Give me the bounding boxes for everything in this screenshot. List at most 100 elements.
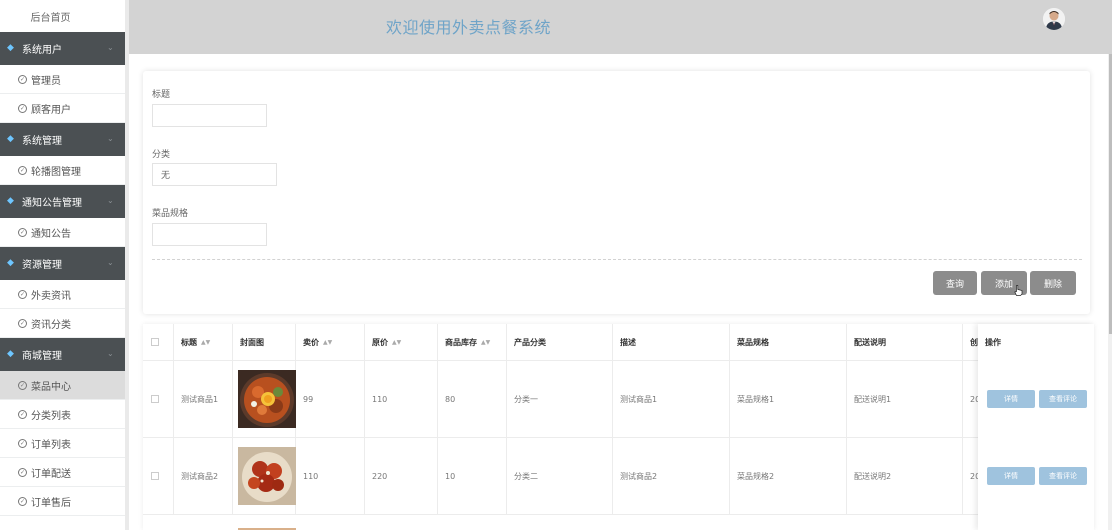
sidebar-group-label: 通知公告管理 (22, 198, 82, 209)
cell-category: 分类一 (507, 361, 613, 438)
dish-cover-image[interactable] (238, 370, 296, 428)
cell-orig-price: 220 (365, 438, 438, 515)
dish-cover-image[interactable] (238, 447, 296, 505)
cell-spec: 菜品规格1 (730, 361, 847, 438)
row-select-cell (143, 361, 174, 438)
row-checkbox[interactable] (151, 472, 159, 480)
col-header-category: 产品分类 (507, 324, 613, 360)
col-header-spec: 菜品规格 (730, 324, 847, 360)
detail-button[interactable]: 详情 (987, 467, 1035, 485)
check-circle-icon: ✓ (18, 165, 27, 175)
col-header-label: 产品分类 (514, 337, 546, 347)
col-header-label: 商品库存 (445, 337, 477, 347)
cell-stock: 80 (438, 361, 507, 438)
sidebar: 后台首页 ◆ 系统用户 ⌄ ✓ 管理员 ✓ 顾客用户 ◆ 系统管理 ⌄ ✓ 轮播图管理… (0, 0, 125, 530)
col-header-ops: 操作 (985, 337, 1001, 347)
sidebar-item-news[interactable]: ✓ 外卖资讯 (0, 280, 125, 309)
col-header-label: 创 (970, 337, 978, 347)
search-form: 标题 分类 无 菜品规格 查询 添加 删除 (143, 71, 1090, 314)
col-header-label: 配送说明 (854, 337, 886, 347)
sidebar-item-label: 管理员 (31, 75, 61, 87)
sidebar-item-order-list[interactable]: ✓ 订单列表 (0, 429, 125, 458)
cell-price: 99 (296, 361, 365, 438)
check-circle-icon: ✓ (18, 103, 27, 113)
cell-desc: 测试商品2 (613, 438, 730, 515)
col-header-label: 原价 (372, 337, 388, 347)
main-content: 标题 分类 无 菜品规格 查询 添加 删除 标题 ▲▼ 封面图 卖价 ▲▼ 原价 ▲▼… (129, 54, 1108, 530)
cell-cover (233, 361, 296, 438)
spec-input[interactable] (152, 223, 267, 246)
cell-cover (233, 438, 296, 515)
col-header-delivery: 配送说明 (847, 324, 963, 360)
sidebar-item-label: 分类列表 (31, 410, 71, 422)
operations-column: 操作 详情 查看评论 详情 查看评论 (978, 324, 1094, 530)
sidebar-item-label: 订单列表 (31, 439, 71, 451)
sidebar-group-label: 系统用户 (22, 45, 62, 56)
sidebar-group-label: 资源管理 (22, 260, 62, 271)
sidebar-group-system-users[interactable]: ◆ 系统用户 ⌄ (0, 32, 125, 65)
sidebar-item-notice[interactable]: ✓ 通知公告 (0, 218, 125, 247)
sidebar-group-system-manage[interactable]: ◆ 系统管理 ⌄ (0, 123, 125, 156)
cell-desc: 测试商品1 (613, 361, 730, 438)
category-field-label: 分类 (152, 150, 171, 160)
col-header-stock[interactable]: 商品库存 ▲▼ (438, 324, 507, 360)
view-reviews-button[interactable]: 查看评论 (1039, 390, 1087, 408)
hand-cursor-icon (1014, 285, 1023, 296)
col-header-price[interactable]: 卖价 ▲▼ (296, 324, 365, 360)
dish-cover-image[interactable] (238, 522, 296, 530)
delete-button[interactable]: 删除 (1030, 271, 1076, 295)
sidebar-item-customers[interactable]: ✓ 顾客用户 (0, 94, 125, 123)
detail-button[interactable]: 详情 (987, 390, 1035, 408)
check-circle-icon: ✓ (18, 227, 27, 237)
sidebar-item-admin[interactable]: ✓ 管理员 (0, 65, 125, 94)
sidebar-item-label: 顾客用户 (31, 104, 71, 116)
title-input[interactable] (152, 104, 267, 127)
row-select-cell (143, 438, 174, 515)
check-circle-icon: ✓ (18, 289, 27, 299)
sidebar-item-label: 通知公告 (31, 228, 71, 240)
check-circle-icon: ✓ (18, 496, 27, 506)
select-all-checkbox[interactable] (151, 338, 159, 346)
sidebar-home-link[interactable]: 后台首页 (0, 0, 125, 32)
sidebar-item-news-category[interactable]: ✓ 资讯分类 (0, 309, 125, 338)
check-circle-icon: ✓ (18, 438, 27, 448)
col-header-label: 菜品规格 (737, 337, 769, 347)
sort-icon: ▲▼ (201, 338, 211, 346)
dish-table: 标题 ▲▼ 封面图 卖价 ▲▼ 原价 ▲▼ 商品库存 ▲▼ 产品分类 描述 菜品规格 配… (143, 324, 1094, 530)
sidebar-group-notices[interactable]: ◆ 通知公告管理 ⌄ (0, 185, 125, 218)
sidebar-group-label: 商城管理 (22, 351, 62, 362)
avatar[interactable] (1043, 8, 1065, 30)
cell-price: 110 (296, 438, 365, 515)
sidebar-group-resources[interactable]: ◆ 资源管理 ⌄ (0, 247, 125, 280)
chevron-icon: ⌄ (107, 134, 114, 143)
cell-title: 测试商品1 (174, 361, 233, 438)
sidebar-item-label: 菜品中心 (31, 381, 71, 393)
sidebar-home-label: 后台首页 (30, 12, 71, 24)
sidebar-group-shop[interactable]: ◆ 商城管理 ⌄ (0, 338, 125, 371)
col-header-cover: 封面图 (233, 324, 296, 360)
sidebar-item-dishes[interactable]: ✓ 菜品中心 (0, 371, 125, 400)
row-checkbox[interactable] (151, 395, 159, 403)
user-avatar-icon (1043, 8, 1065, 30)
sidebar-item-category-list[interactable]: ✓ 分类列表 (0, 400, 125, 429)
sidebar-item-label: 订单配送 (31, 468, 71, 480)
cell-stock: 10 (438, 438, 507, 515)
check-circle-icon: ✓ (18, 74, 27, 84)
cell-delivery: 配送说明1 (847, 361, 963, 438)
category-select[interactable]: 无 (152, 163, 277, 186)
sidebar-item-carousel[interactable]: ✓ 轮播图管理 (0, 156, 125, 185)
sort-icon: ▲▼ (481, 338, 491, 346)
sidebar-item-after-sales[interactable]: ✓ 订单售后 (0, 487, 125, 516)
header: 欢迎使用外卖点餐系统 (129, 0, 1112, 54)
col-header-title[interactable]: 标题 ▲▼ (174, 324, 233, 360)
col-header-label: 封面图 (240, 337, 264, 347)
sidebar-group-label: 系统管理 (22, 136, 62, 147)
view-reviews-button[interactable]: 查看评论 (1039, 467, 1087, 485)
sidebar-item-order-delivery[interactable]: ✓ 订单配送 (0, 458, 125, 487)
query-button[interactable]: 查询 (933, 271, 977, 295)
col-header-label: 卖价 (303, 337, 319, 347)
diamond-icon: ◆ (7, 134, 14, 144)
table-row (143, 514, 1094, 530)
sidebar-item-label: 资讯分类 (31, 319, 71, 331)
col-header-orig-price[interactable]: 原价 ▲▼ (365, 324, 438, 360)
